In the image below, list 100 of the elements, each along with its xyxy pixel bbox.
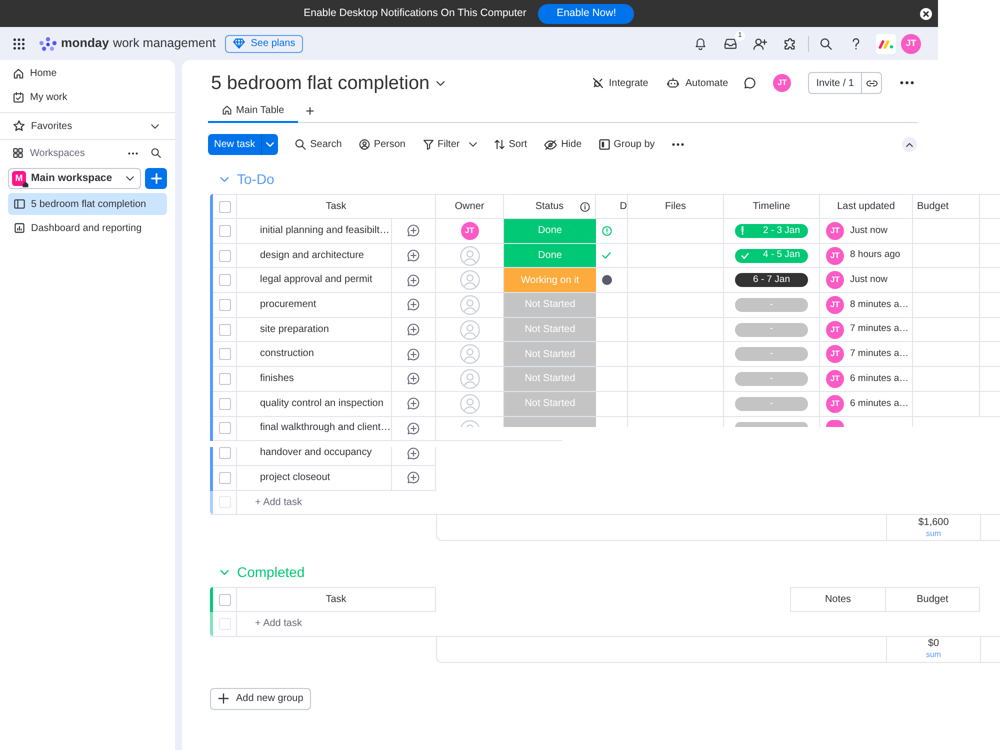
speech-bubble-plus-icon[interactable] (407, 224, 420, 238)
automate-button[interactable]: Automate (667, 76, 728, 90)
speech-bubble-plus-icon[interactable] (407, 471, 420, 484)
exclamation-circle-icon (602, 226, 612, 236)
puzzle-icon[interactable] (784, 38, 796, 50)
enable-now-button[interactable]: Enable Now! (538, 4, 634, 24)
avatar (826, 420, 844, 426)
filter-button[interactable]: Filter (422, 137, 477, 152)
more-icon[interactable] (672, 143, 684, 146)
group-title[interactable]: To-Do (237, 172, 274, 186)
plus-icon[interactable] (306, 106, 314, 114)
invite-button[interactable]: Invite / 1 (808, 72, 862, 94)
task-name: design and architecture (260, 250, 364, 262)
sort-icon (494, 139, 505, 150)
speech-bubble-plus-icon[interactable] (407, 372, 420, 386)
sort-button[interactable]: Sort (494, 137, 528, 152)
avatar[interactable]: JT (901, 34, 921, 54)
avatar: JT (460, 222, 478, 240)
plus-icon (218, 693, 229, 704)
search-button[interactable]: Search (295, 137, 342, 152)
column-header: Timeline (752, 200, 790, 214)
last-updated-time: 7 minutes a… (850, 347, 909, 362)
new-task-button[interactable]: New task (208, 134, 262, 155)
panel-icon (598, 139, 610, 150)
speech-bubble-plus-icon[interactable] (407, 447, 420, 460)
person-button[interactable]: Person (358, 137, 406, 152)
search-icon[interactable] (820, 38, 832, 50)
product-name: work management (112, 35, 216, 52)
speech-bubble-plus-icon[interactable] (407, 274, 420, 287)
person-placeholder-icon (460, 420, 480, 426)
nav-item[interactable]: My work (0, 85, 175, 109)
last-updated-time: Just now (850, 273, 888, 288)
more-icon[interactable] (128, 152, 138, 154)
avatar: JT (826, 320, 844, 339)
avatar: JT (826, 271, 844, 290)
avatar: JT (826, 246, 844, 265)
add-task-button[interactable]: + Add task (255, 494, 302, 510)
speech-bubble-plus-icon[interactable] (407, 249, 420, 262)
person-plus-icon[interactable] (753, 38, 767, 50)
check-icon (741, 252, 749, 259)
task-name: project closeout (260, 472, 330, 484)
checkbox[interactable] (218, 250, 230, 262)
board-link[interactable]: 5 bedroom flat completion (8, 193, 167, 215)
apps-icon[interactable] (13, 38, 25, 50)
checkbox[interactable] (218, 324, 230, 336)
speech-bubble-plus-icon[interactable] (407, 298, 420, 312)
checkbox[interactable] (218, 398, 230, 410)
workspace-selector[interactable]: M Main workspace (8, 168, 141, 189)
close-icon[interactable] (920, 8, 932, 20)
checkbox[interactable] (218, 274, 230, 286)
group-by-button[interactable]: Group by (598, 137, 655, 152)
checkbox[interactable] (218, 224, 230, 237)
speech-bubble-plus-icon[interactable] (407, 323, 420, 336)
avatar[interactable]: JT (773, 74, 792, 92)
task-name: handover and occupancy (260, 447, 372, 460)
task-name: procurement (260, 298, 316, 311)
integrate-button[interactable]: Integrate (592, 76, 648, 90)
bell-icon[interactable] (694, 38, 706, 50)
question-mark-icon[interactable] (852, 38, 860, 50)
collapse-button[interactable] (902, 137, 917, 152)
see-plans-button[interactable]: See plans (224, 34, 304, 52)
info-icon[interactable] (580, 202, 590, 212)
nav-item[interactable]: Home (0, 61, 175, 85)
checkbox[interactable] (218, 372, 230, 385)
checkbox[interactable] (218, 447, 230, 460)
speech-bubble-icon[interactable] (744, 77, 756, 89)
calendar-check-icon (13, 92, 24, 102)
logo-icon (39, 36, 57, 50)
dropdown-button[interactable] (261, 134, 278, 155)
search-icon[interactable] (151, 148, 161, 158)
tray-icon[interactable] (724, 38, 736, 49)
speech-bubble-plus-icon[interactable] (407, 422, 420, 435)
checkbox[interactable] (218, 472, 230, 484)
view-tab[interactable]: Main Table (208, 99, 298, 123)
workspace-initial: M (12, 171, 26, 186)
checkbox[interactable] (218, 348, 230, 360)
checkbox[interactable] (218, 298, 230, 311)
chevron-down-icon[interactable] (436, 80, 445, 86)
hide-button[interactable]: Hide (544, 137, 582, 152)
column-header: Task (326, 200, 346, 214)
timeline-bar[interactable]: 6 - 7 Jan (735, 273, 808, 288)
home-icon (222, 105, 232, 115)
person-placeholder-icon (460, 294, 480, 315)
more-icon[interactable] (900, 81, 914, 85)
favorites-button[interactable]: Favorites (0, 113, 175, 139)
task-name: final walkthrough and client… (260, 422, 391, 434)
person-placeholder-icon (460, 344, 480, 364)
speech-bubble-plus-icon[interactable] (407, 348, 420, 361)
add-group-button[interactable]: Add new group (210, 688, 312, 710)
dot-icon (602, 275, 612, 286)
checkbox[interactable] (218, 594, 230, 606)
speech-bubble-plus-icon[interactable] (407, 397, 420, 410)
add-task-button[interactable]: + Add task (255, 616, 302, 632)
add-button[interactable] (145, 168, 167, 189)
checkbox[interactable] (218, 422, 230, 434)
checkbox[interactable] (218, 200, 230, 212)
copy-link-button[interactable] (862, 72, 882, 94)
board-link[interactable]: Dashboard and reporting (8, 217, 167, 239)
app-logo-icon[interactable] (876, 34, 896, 54)
column-header: D (620, 200, 627, 214)
